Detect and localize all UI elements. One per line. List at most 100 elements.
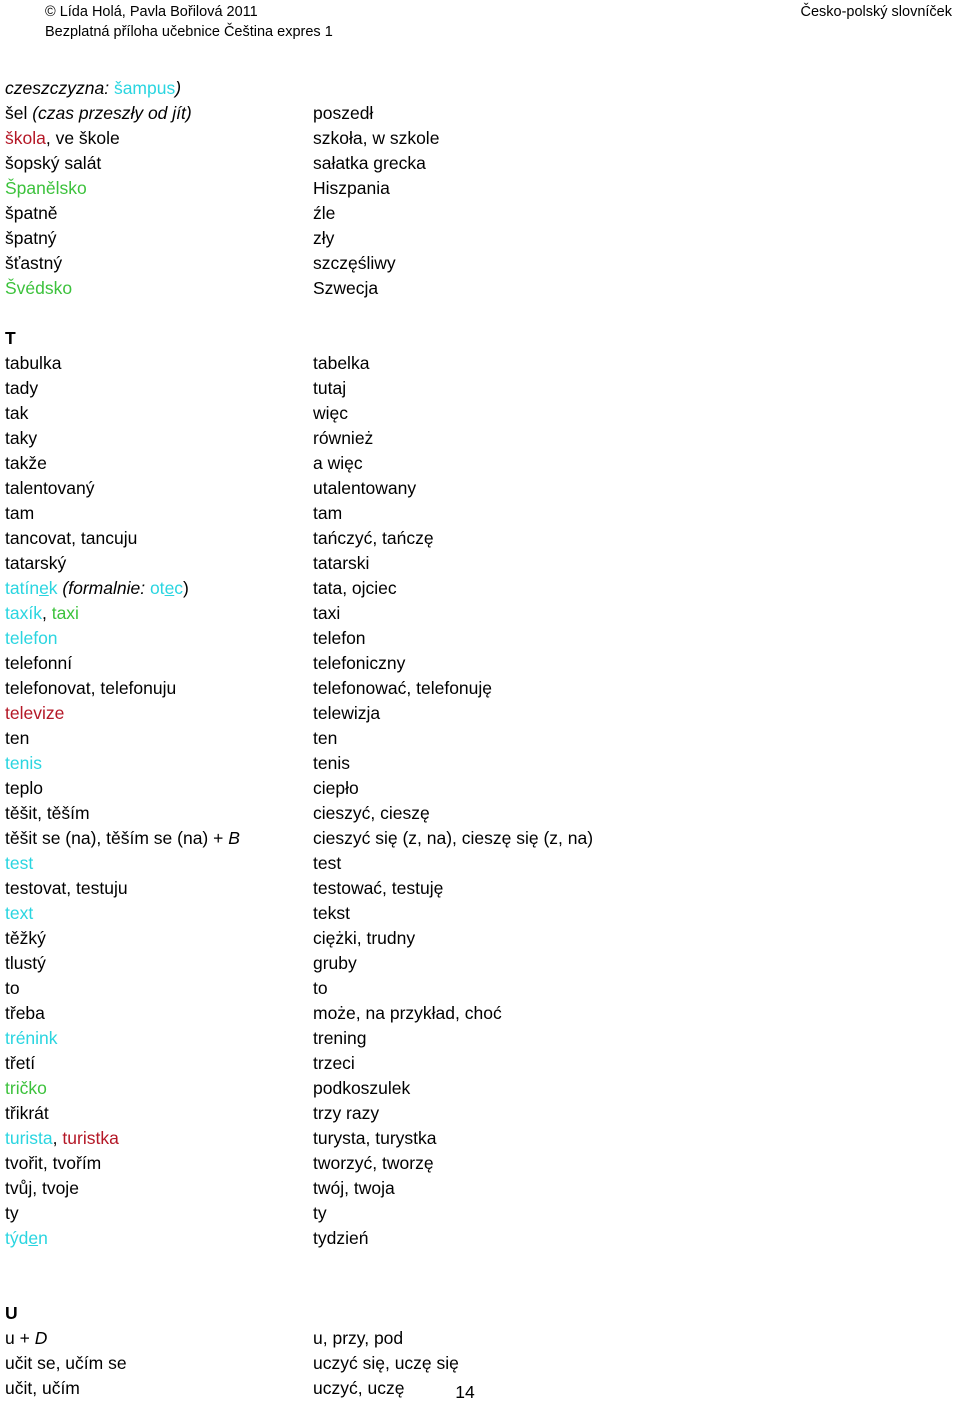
glossary-row: test test bbox=[0, 851, 960, 876]
polish-translation: telefoniczny bbox=[313, 653, 406, 673]
glossary-row: telefonovat, telefonuju telefonować, tele… bbox=[0, 676, 960, 701]
term-segment: šel bbox=[5, 103, 33, 123]
polish-translation: ty bbox=[313, 1203, 327, 1223]
czech-term: takže bbox=[5, 453, 47, 473]
glossary-row: šťastný szczęśliwy bbox=[0, 251, 960, 276]
czech-term: talentovaný bbox=[5, 478, 95, 498]
polish-translation: twój, twoja bbox=[313, 1178, 395, 1198]
glossary-row: šel (czas przeszły od jít) poszedł bbox=[0, 101, 960, 126]
czech-term: ten bbox=[5, 728, 30, 748]
polish-translation: tańczyć, tańczę bbox=[313, 528, 434, 548]
polish-translation: tydzień bbox=[313, 1228, 369, 1248]
glossary-row: tabulka tabelka bbox=[0, 351, 960, 376]
glossary-row: špatný zły bbox=[0, 226, 960, 251]
glossary-row: třeba może, na przykład, choć bbox=[0, 1001, 960, 1026]
polish-translation: turysta, turystka bbox=[313, 1128, 437, 1148]
glossary-row: špatně źle bbox=[0, 201, 960, 226]
term-segment: televize bbox=[5, 703, 65, 723]
polish-translation: to bbox=[313, 978, 328, 998]
polish-translation: tata, ojciec bbox=[313, 578, 397, 598]
term-segment: k bbox=[48, 578, 63, 598]
term-segment: e bbox=[28, 1228, 39, 1248]
term-segment: u + bbox=[5, 1328, 35, 1348]
polish-translation: u, przy, pod bbox=[313, 1328, 404, 1348]
czech-term: špatně bbox=[5, 201, 58, 226]
glossary-row: text tekst bbox=[0, 901, 960, 926]
polish-translation: trening bbox=[313, 1028, 367, 1048]
term-segment: (czas przeszły od jít) bbox=[32, 103, 192, 123]
czech-term: text bbox=[5, 901, 33, 926]
page-number: 14 bbox=[455, 1382, 475, 1402]
czech-term: televize bbox=[5, 701, 64, 726]
czech-term: tlustý bbox=[5, 953, 46, 973]
term-segment: šopský salát bbox=[5, 153, 102, 173]
czech-term: tady bbox=[5, 378, 39, 398]
polish-translation: test bbox=[313, 853, 342, 873]
polish-translation: ciepło bbox=[313, 778, 359, 798]
polish-translation: również bbox=[313, 428, 374, 448]
spacer-row bbox=[0, 1276, 960, 1301]
czech-term: tvůj, tvoje bbox=[5, 1178, 79, 1198]
polish-translation: tutaj bbox=[313, 378, 347, 398]
czech-term: telefon bbox=[5, 626, 58, 651]
term-segment: trénink bbox=[5, 1028, 58, 1048]
letter-heading-row: T bbox=[0, 326, 960, 351]
czech-term: těšit, těším bbox=[5, 803, 90, 823]
polish-translation: cieszyć, cieszę bbox=[313, 803, 430, 823]
glossary-row: tancovat, tancuju tańczyć, tańczę bbox=[0, 526, 960, 551]
czech-term: czeszczyzna: šampus) bbox=[5, 76, 181, 101]
copyright-line: © Lída Holá, Pavla Bořilová 2011 bbox=[45, 4, 258, 20]
czech-term: taky bbox=[5, 428, 38, 448]
glossary-row: ten ten bbox=[0, 726, 960, 751]
document-title: Česko-polský slovníček bbox=[800, 4, 953, 20]
term-segment: ) bbox=[175, 78, 182, 98]
polish-translation: tam bbox=[313, 503, 343, 523]
glossary-row: tenis tenis bbox=[0, 751, 960, 776]
glossary-row: týden tydzień bbox=[0, 1226, 960, 1251]
term-segment: taxi bbox=[51, 603, 79, 623]
czech-term: telefonovat, telefonuju bbox=[5, 678, 177, 698]
polish-translation: trzy razy bbox=[313, 1103, 380, 1123]
polish-translation: więc bbox=[313, 403, 349, 423]
glossary-row: tvůj, tvoje twój, twoja bbox=[0, 1176, 960, 1201]
czech-term: u + D bbox=[5, 1326, 47, 1351]
czech-term: Španělsko bbox=[5, 176, 87, 201]
glossary-row: tvořit, tvořím tworzyć, tworzę bbox=[0, 1151, 960, 1176]
czech-term: třetí bbox=[5, 1053, 36, 1073]
term-segment: D bbox=[34, 1328, 48, 1348]
czech-term: třikrát bbox=[5, 1103, 49, 1123]
glossary-row: taxík, taxi taxi bbox=[0, 601, 960, 626]
czech-term: trénink bbox=[5, 1026, 58, 1051]
czech-term: tancovat, tancuju bbox=[5, 528, 138, 548]
letter-heading: U bbox=[5, 1303, 18, 1323]
czech-term: třeba bbox=[5, 1003, 45, 1023]
czech-term: tenis bbox=[5, 751, 42, 776]
term-segment: ) bbox=[183, 578, 189, 598]
glossary-row: tlustý gruby bbox=[0, 951, 960, 976]
polish-translation: tenis bbox=[313, 753, 350, 773]
glossary-row: trénink trening bbox=[0, 1026, 960, 1051]
term-segment: tenis bbox=[5, 753, 42, 773]
czech-term: turista, turistka bbox=[5, 1126, 119, 1151]
term-segment: tatín bbox=[5, 578, 40, 598]
polish-translation: gruby bbox=[313, 953, 357, 973]
term-segment: , bbox=[52, 1128, 63, 1148]
term-segment: telefon bbox=[5, 628, 58, 648]
polish-translation: zły bbox=[313, 228, 335, 248]
glossary-row: taky również bbox=[0, 426, 960, 451]
term-segment: , ve škole bbox=[45, 128, 120, 148]
polish-translation: może, na przykład, choć bbox=[313, 1003, 502, 1023]
czech-term: učit se, učím se bbox=[5, 1353, 127, 1373]
czech-term: šel (czas przeszły od jít) bbox=[5, 101, 192, 126]
polish-translation: telefon bbox=[313, 628, 366, 648]
glossary-row: czeszczyzna: šampus) bbox=[0, 76, 960, 101]
czech-term: těžký bbox=[5, 928, 46, 948]
term-segment: špatný bbox=[5, 228, 57, 248]
polish-translation: tatarski bbox=[313, 553, 370, 573]
glossary-row: Švédsko Szwecja bbox=[0, 276, 960, 301]
glossary-list: czeszczyzna: šampus) šel (czas przeszły o… bbox=[0, 76, 960, 1401]
polish-translation: taxi bbox=[313, 603, 341, 623]
term-segment: test bbox=[5, 853, 34, 873]
glossary-row: to to bbox=[0, 976, 960, 1001]
letter-heading: T bbox=[5, 328, 16, 348]
